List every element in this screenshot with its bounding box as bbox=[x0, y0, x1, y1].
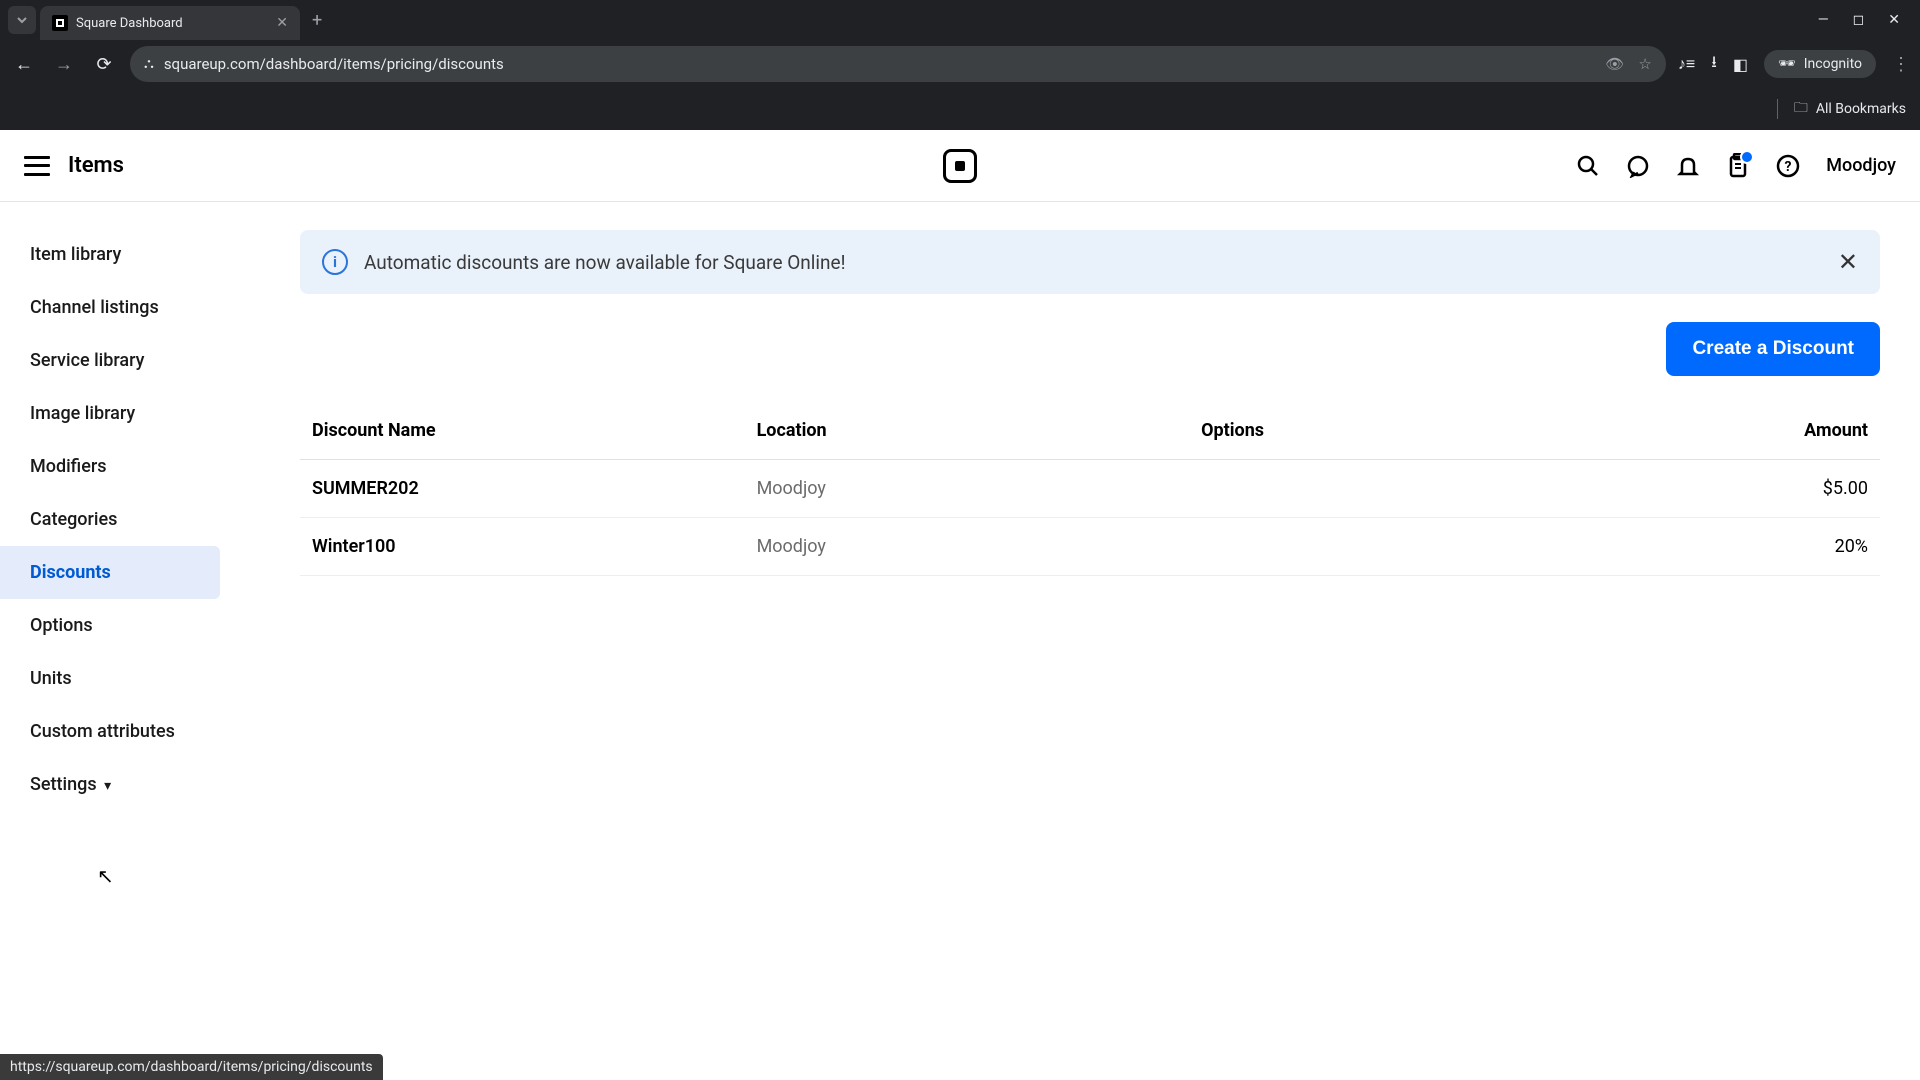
tab-title: Square Dashboard bbox=[76, 16, 268, 31]
clipboard-icon[interactable] bbox=[1726, 153, 1750, 179]
table-row[interactable]: Winter100 Moodjoy 20% bbox=[300, 518, 1880, 576]
th-options: Options bbox=[1201, 420, 1646, 441]
sidebar-item-discounts[interactable]: Discounts bbox=[0, 546, 220, 599]
discounts-table: Discount Name Location Options Amount SU… bbox=[300, 402, 1880, 576]
help-icon[interactable]: ? bbox=[1776, 154, 1800, 178]
minimize-button[interactable]: — bbox=[1818, 12, 1829, 28]
bookmark-star-icon[interactable]: ☆ bbox=[1638, 55, 1651, 73]
maximize-button[interactable]: ◻ bbox=[1853, 12, 1865, 28]
svg-text:?: ? bbox=[1785, 159, 1792, 175]
sidebar-item-categories[interactable]: Categories bbox=[0, 493, 280, 546]
banner-close-button[interactable]: ✕ bbox=[1838, 248, 1858, 276]
back-button[interactable]: ← bbox=[10, 54, 38, 75]
square-logo[interactable] bbox=[943, 149, 977, 183]
sidebar-item-channel-listings[interactable]: Channel listings bbox=[0, 281, 280, 334]
tab-search-button[interactable] bbox=[8, 6, 36, 34]
th-amount: Amount bbox=[1646, 420, 1868, 441]
browser-menu-button[interactable]: ⋮ bbox=[1892, 54, 1910, 75]
sidebar-item-settings[interactable]: Settings ▾ bbox=[0, 758, 280, 811]
chat-icon[interactable] bbox=[1626, 154, 1650, 178]
browser-chrome: Square Dashboard ✕ + — ◻ ✕ ← → ⟳ ⛬ squar… bbox=[0, 0, 1920, 130]
cell-amount: 20% bbox=[1646, 536, 1868, 557]
tab-favicon bbox=[52, 15, 68, 31]
close-window-button[interactable]: ✕ bbox=[1888, 12, 1900, 28]
cell-name: Winter100 bbox=[312, 536, 757, 557]
visibility-off-icon[interactable]: 👁 bbox=[1605, 55, 1624, 73]
bookmarks-bar: 🗀 All Bookmarks bbox=[0, 88, 1920, 130]
address-bar: ← → ⟳ ⛬ squareup.com/dashboard/items/pri… bbox=[0, 40, 1920, 88]
url-text: squareup.com/dashboard/items/pricing/dis… bbox=[164, 55, 504, 73]
site-info-icon[interactable]: ⛬ bbox=[144, 56, 154, 72]
tab-strip: Square Dashboard ✕ + — ◻ ✕ bbox=[0, 0, 1920, 40]
table-header: Discount Name Location Options Amount bbox=[300, 402, 1880, 460]
sidebar-item-item-library[interactable]: Item library bbox=[0, 228, 280, 281]
create-discount-button[interactable]: Create a Discount bbox=[1666, 322, 1880, 376]
th-name: Discount Name bbox=[312, 420, 757, 441]
folder-icon: 🗀 bbox=[1794, 97, 1808, 121]
tab-close-icon[interactable]: ✕ bbox=[276, 15, 288, 31]
menu-button[interactable] bbox=[24, 156, 50, 176]
app-header: Items ? Moodjoy bbox=[0, 130, 1920, 202]
main-content: i Automatic discounts are now available … bbox=[280, 202, 1920, 1080]
cell-location: Moodjoy bbox=[757, 536, 1202, 557]
sidebar-item-custom-attributes[interactable]: Custom attributes bbox=[0, 705, 280, 758]
th-location: Location bbox=[757, 420, 1202, 441]
info-banner: i Automatic discounts are now available … bbox=[300, 230, 1880, 294]
sidebar-item-modifiers[interactable]: Modifiers bbox=[0, 440, 280, 493]
user-name[interactable]: Moodjoy bbox=[1826, 155, 1896, 176]
side-panel-icon[interactable]: ◧ bbox=[1733, 55, 1748, 74]
search-icon[interactable] bbox=[1576, 154, 1600, 178]
browser-tab[interactable]: Square Dashboard ✕ bbox=[40, 6, 300, 40]
sidebar-item-service-library[interactable]: Service library bbox=[0, 334, 280, 387]
banner-text: Automatic discounts are now available fo… bbox=[364, 251, 846, 274]
incognito-indicator[interactable]: 🕶 Incognito bbox=[1764, 50, 1876, 78]
window-controls: — ◻ ✕ bbox=[1818, 12, 1912, 28]
status-bar: https://squareup.com/dashboard/items/pri… bbox=[0, 1054, 383, 1080]
reload-button[interactable]: ⟳ bbox=[90, 54, 118, 75]
sidebar: Item library Channel listings Service li… bbox=[0, 202, 280, 1080]
downloads-icon[interactable]: ⭳ bbox=[1711, 51, 1717, 78]
info-icon: i bbox=[322, 249, 348, 275]
forward-button[interactable]: → bbox=[50, 54, 78, 75]
all-bookmarks-link[interactable]: All Bookmarks bbox=[1816, 101, 1906, 117]
cell-amount: $5.00 bbox=[1646, 478, 1868, 499]
sidebar-item-units[interactable]: Units bbox=[0, 652, 280, 705]
table-row[interactable]: SUMMER202 Moodjoy $5.00 bbox=[300, 460, 1880, 518]
incognito-icon: 🕶 bbox=[1778, 56, 1796, 72]
notifications-icon[interactable] bbox=[1676, 154, 1700, 178]
cell-name: SUMMER202 bbox=[312, 478, 757, 499]
app-root: Items ? Moodjoy Item library Channel lis… bbox=[0, 130, 1920, 1080]
incognito-label: Incognito bbox=[1804, 56, 1862, 72]
new-tab-button[interactable]: + bbox=[304, 10, 330, 31]
media-control-icon[interactable]: ♪≡ bbox=[1678, 54, 1695, 74]
chevron-down-icon: ▾ bbox=[101, 778, 112, 794]
sidebar-item-options[interactable]: Options bbox=[0, 599, 280, 652]
url-field[interactable]: ⛬ squareup.com/dashboard/items/pricing/d… bbox=[130, 46, 1666, 82]
cell-location: Moodjoy bbox=[757, 478, 1202, 499]
sidebar-item-image-library[interactable]: Image library bbox=[0, 387, 280, 440]
page-title: Items bbox=[68, 153, 124, 178]
